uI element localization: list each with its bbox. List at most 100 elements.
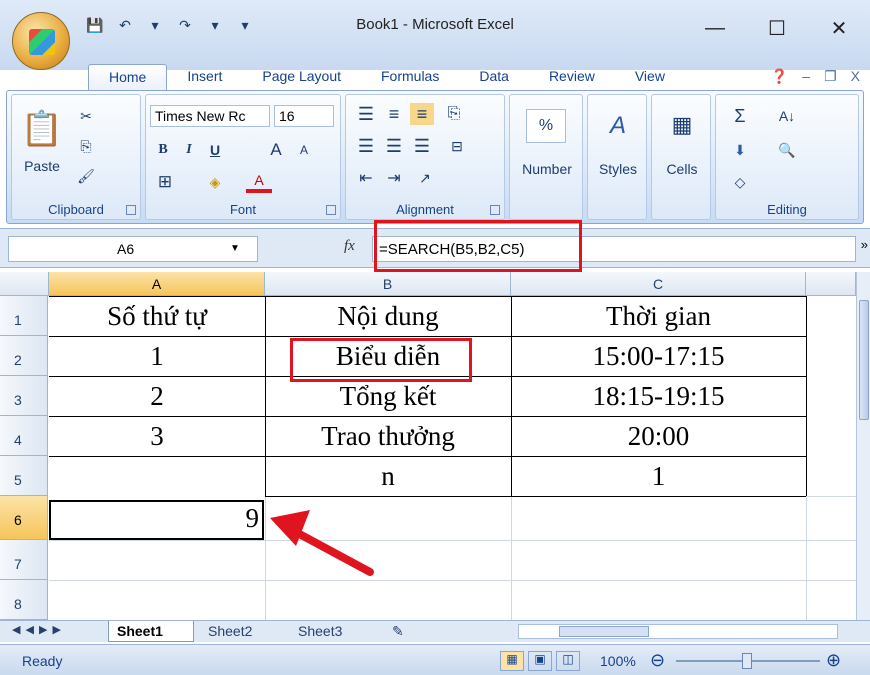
name-box[interactable]: A6 bbox=[8, 236, 258, 262]
workbook-minimize-icon[interactable]: – bbox=[802, 68, 810, 85]
row-header-5[interactable]: 5 bbox=[0, 456, 48, 496]
cell-a5[interactable] bbox=[49, 456, 265, 496]
tab-data[interactable]: Data bbox=[459, 64, 529, 90]
row-header-6[interactable]: 6 bbox=[0, 496, 48, 540]
cells-icon[interactable]: ▦ bbox=[666, 109, 698, 141]
scroll-thumb[interactable] bbox=[859, 300, 869, 420]
workbook-restore-icon[interactable]: ❐ bbox=[824, 68, 837, 85]
row-header-2[interactable]: 2 bbox=[0, 336, 48, 376]
cell-a4[interactable]: 3 bbox=[49, 416, 265, 456]
copy-icon[interactable]: ⎘ bbox=[74, 135, 98, 157]
zoom-slider-thumb[interactable] bbox=[742, 653, 752, 669]
column-header-c[interactable]: C bbox=[511, 272, 806, 296]
row-header-1[interactable]: 1 bbox=[0, 296, 48, 336]
zoom-in-icon[interactable]: ⊕ bbox=[826, 650, 841, 671]
cell-b1[interactable]: Nội dung bbox=[265, 296, 511, 336]
tab-review[interactable]: Review bbox=[529, 64, 615, 90]
decrease-indent-icon[interactable]: ⇤ bbox=[354, 167, 378, 189]
align-bottom-icon[interactable]: ≡ bbox=[410, 103, 434, 125]
maximize-button[interactable]: ☐ bbox=[746, 0, 808, 56]
bold-button[interactable]: B bbox=[152, 139, 174, 161]
font-launcher-icon[interactable] bbox=[326, 205, 336, 215]
grow-font-button[interactable]: A bbox=[264, 139, 288, 161]
sheet-nav-buttons[interactable]: ◀ ◀ ▶ ▶ bbox=[4, 621, 70, 642]
sheet-tab-1[interactable]: Sheet1 bbox=[108, 621, 194, 642]
tab-view[interactable]: View bbox=[615, 64, 685, 90]
align-top-icon[interactable]: ☰ bbox=[354, 103, 378, 125]
alignment-launcher-icon[interactable] bbox=[490, 205, 500, 215]
cell-c4[interactable]: 20:00 bbox=[511, 416, 806, 456]
shrink-font-button[interactable]: A bbox=[292, 139, 316, 161]
cell-a2[interactable]: 1 bbox=[49, 336, 265, 376]
expand-formula-bar-icon[interactable]: » bbox=[861, 237, 868, 252]
horizontal-scrollbar[interactable] bbox=[518, 624, 838, 639]
sheet-tab-3[interactable]: Sheet3 bbox=[290, 621, 372, 642]
styles-button[interactable]: Styles bbox=[588, 159, 648, 179]
tab-formulas[interactable]: Formulas bbox=[361, 64, 459, 90]
name-box-dropdown-icon[interactable]: ▼ bbox=[230, 243, 240, 254]
insert-sheet-icon[interactable]: ✎ bbox=[384, 621, 424, 642]
normal-view-icon[interactable]: ▦ bbox=[500, 651, 524, 671]
select-all-corner[interactable] bbox=[0, 272, 49, 296]
cell-a3[interactable]: 2 bbox=[49, 376, 265, 416]
row-header-8[interactable]: 8 bbox=[0, 580, 48, 620]
tab-home[interactable]: Home bbox=[88, 64, 168, 90]
column-header-b[interactable]: B bbox=[265, 272, 511, 296]
page-break-view-icon[interactable]: ◫ bbox=[556, 651, 580, 671]
cell-c2[interactable]: 15:00-17:15 bbox=[511, 336, 806, 376]
underline-button[interactable]: U bbox=[204, 139, 226, 161]
font-color-icon[interactable]: A bbox=[246, 171, 272, 193]
cell-c5[interactable]: 1 bbox=[511, 456, 806, 496]
percent-icon[interactable]: % bbox=[526, 109, 566, 143]
fill-color-icon[interactable]: ◈ bbox=[202, 171, 228, 193]
sort-filter-icon[interactable]: A↓ bbox=[772, 105, 802, 127]
row-header-3[interactable]: 3 bbox=[0, 376, 48, 416]
workbook-close-icon[interactable]: X bbox=[851, 68, 860, 85]
zoom-out-icon[interactable]: ⊖ bbox=[650, 650, 665, 671]
number-button[interactable]: Number bbox=[510, 159, 584, 179]
close-button[interactable]: ✕ bbox=[808, 0, 870, 56]
paste-icon[interactable]: 📋 bbox=[20, 103, 64, 155]
align-center-icon[interactable]: ☰ bbox=[382, 135, 406, 157]
zoom-level[interactable]: 100% bbox=[600, 653, 636, 669]
cut-icon[interactable]: ✂ bbox=[74, 105, 98, 127]
row-header-7[interactable]: 7 bbox=[0, 540, 48, 580]
cell-a1[interactable]: Số thứ tự bbox=[49, 296, 265, 336]
horizontal-scroll-thumb[interactable] bbox=[559, 626, 649, 637]
vertical-scrollbar[interactable] bbox=[856, 272, 870, 620]
orientation-icon[interactable]: ↗ bbox=[410, 167, 440, 189]
minimize-button[interactable]: — bbox=[684, 0, 746, 56]
column-header-d[interactable] bbox=[806, 272, 856, 296]
merge-center-icon[interactable]: ⊟ bbox=[442, 135, 472, 157]
cell-c3[interactable]: 18:15-19:15 bbox=[511, 376, 806, 416]
font-size-select[interactable]: 16 bbox=[274, 105, 334, 127]
format-painter-icon[interactable]: 🖌 bbox=[74, 165, 98, 187]
clipboard-launcher-icon[interactable] bbox=[126, 205, 136, 215]
autosum-icon[interactable]: Σ bbox=[728, 105, 752, 127]
styles-icon[interactable]: A bbox=[600, 109, 636, 143]
cell-b4[interactable]: Trao thưởng bbox=[265, 416, 511, 456]
wrap-text-icon[interactable]: ⎘ bbox=[442, 103, 466, 125]
increase-indent-icon[interactable]: ⇥ bbox=[382, 167, 406, 189]
cell-c1[interactable]: Thời gian bbox=[511, 296, 806, 336]
column-header-a[interactable]: A bbox=[49, 272, 265, 296]
page-layout-view-icon[interactable]: ▣ bbox=[528, 651, 552, 671]
align-middle-icon[interactable]: ≡ bbox=[382, 103, 406, 125]
fill-icon[interactable]: ⬇ bbox=[728, 139, 752, 161]
find-select-icon[interactable]: 🔍 bbox=[772, 139, 802, 161]
tab-page-layout[interactable]: Page Layout bbox=[242, 64, 361, 90]
help-icon[interactable]: ❓ bbox=[771, 68, 788, 85]
border-icon[interactable]: ⊞ bbox=[152, 171, 178, 193]
cell-b5[interactable]: n bbox=[265, 456, 511, 496]
tab-insert[interactable]: Insert bbox=[167, 64, 242, 90]
align-left-icon[interactable]: ☰ bbox=[354, 135, 378, 157]
insert-function-icon[interactable]: fx bbox=[344, 238, 355, 255]
sheet-tab-2[interactable]: Sheet2 bbox=[200, 621, 282, 642]
row-header-4[interactable]: 4 bbox=[0, 416, 48, 456]
cell-b3[interactable]: Tổng kết bbox=[265, 376, 511, 416]
italic-button[interactable]: I bbox=[178, 139, 200, 161]
office-button[interactable] bbox=[12, 12, 70, 70]
font-name-select[interactable]: Times New Rc bbox=[150, 105, 270, 127]
paste-button[interactable]: Paste bbox=[18, 157, 66, 175]
clear-icon[interactable]: ◇ bbox=[728, 171, 752, 193]
